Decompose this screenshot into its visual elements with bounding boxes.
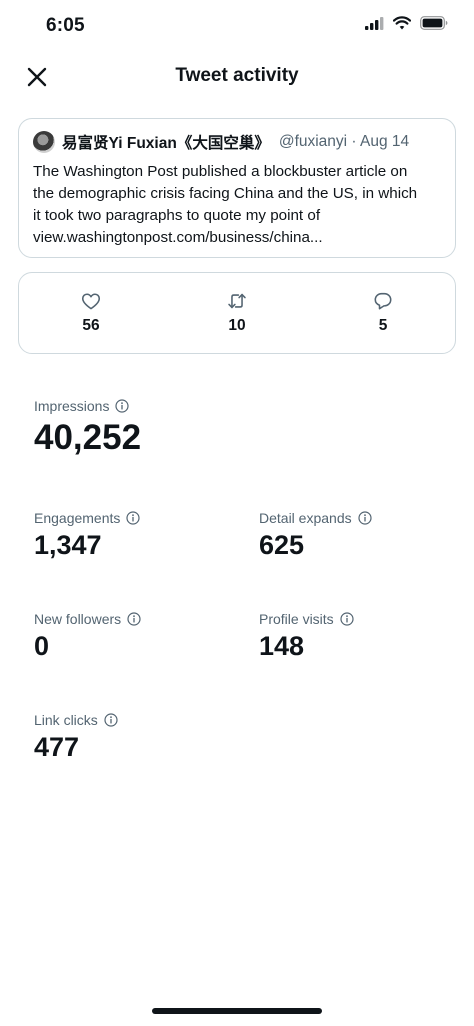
battery-icon	[420, 16, 448, 30]
engagements-label: Engagements	[34, 510, 121, 526]
info-icon[interactable]	[127, 612, 141, 626]
link-clicks-metric: Link clicks 477	[34, 712, 118, 763]
detail-expands-label: Detail expands	[259, 510, 352, 526]
avatar[interactable]	[33, 131, 55, 153]
replies-count: 5	[378, 317, 388, 334]
link-clicks-label: Link clicks	[34, 712, 98, 728]
status-bar: 6:05	[0, 0, 474, 52]
impressions-label: Impressions	[34, 398, 110, 414]
tweet-card[interactable]: 易富贤Yi Fuxian《大国空巢》 @fuxianyi · Aug 14 Th…	[18, 118, 456, 258]
new-followers-label-row: New followers	[34, 611, 141, 627]
new-followers-label: New followers	[34, 611, 122, 627]
impressions-label-row: Impressions	[34, 398, 141, 414]
header: Tweet activity	[0, 52, 474, 102]
status-time: 6:05	[46, 15, 85, 36]
detail-expands-value: 625	[259, 530, 305, 560]
engagements-metric: Engagements 1,347	[34, 510, 141, 561]
info-icon[interactable]	[358, 511, 372, 525]
status-icons	[365, 16, 448, 30]
page-title: Tweet activity	[175, 65, 299, 86]
retweets-stat[interactable]: 10	[197, 273, 277, 353]
engagements-value: 1,347	[34, 530, 102, 560]
detail-expands-label-row: Detail expands	[259, 510, 372, 526]
impressions-value: 40,252	[34, 418, 142, 457]
tweet-text-line: the demographic crisis facing China and …	[33, 185, 418, 202]
profile-visits-value: 148	[259, 631, 305, 661]
cellular-signal-icon	[365, 16, 384, 30]
wifi-icon	[393, 16, 411, 30]
engagement-counts-card: 56 10 5	[18, 272, 456, 354]
info-icon[interactable]	[340, 612, 354, 626]
tweet-text: The Washington Post published a blockbus…	[33, 161, 441, 249]
home-indicator[interactable]	[152, 1008, 322, 1014]
retweet-icon	[228, 293, 246, 309]
likes-stat[interactable]: 56	[51, 273, 131, 353]
reply-icon	[374, 292, 392, 310]
tweet-text-line: The Washington Post published a blockbus…	[33, 163, 408, 180]
new-followers-value: 0	[34, 631, 50, 661]
new-followers-metric: New followers 0	[34, 611, 141, 662]
info-icon[interactable]	[104, 713, 118, 727]
profile-visits-label-row: Profile visits	[259, 611, 354, 627]
likes-count: 56	[82, 317, 100, 334]
impressions-metric: Impressions 40,252	[34, 398, 141, 458]
profile-visits-label: Profile visits	[259, 611, 334, 627]
author-name[interactable]: 易富贤Yi Fuxian《大国空巢》	[62, 131, 270, 153]
tweet-header: 易富贤Yi Fuxian《大国空巢》 @fuxianyi · Aug 14	[33, 131, 441, 153]
link-clicks-label-row: Link clicks	[34, 712, 118, 728]
tweet-link[interactable]: view.washingtonpost.com/business/china..…	[33, 227, 441, 249]
info-icon[interactable]	[126, 511, 141, 525]
retweets-count: 10	[228, 317, 246, 334]
author-handle-date: @fuxianyi · Aug 14	[278, 133, 410, 150]
heart-icon	[81, 293, 101, 310]
engagements-label-row: Engagements	[34, 510, 141, 526]
link-clicks-value: 477	[34, 732, 80, 762]
replies-stat[interactable]: 5	[343, 273, 423, 353]
tweet-text-line: it took two paragraphs to quote my point…	[33, 207, 321, 224]
info-icon[interactable]	[115, 399, 130, 413]
detail-expands-metric: Detail expands 625	[259, 510, 372, 561]
profile-visits-metric: Profile visits 148	[259, 611, 354, 662]
